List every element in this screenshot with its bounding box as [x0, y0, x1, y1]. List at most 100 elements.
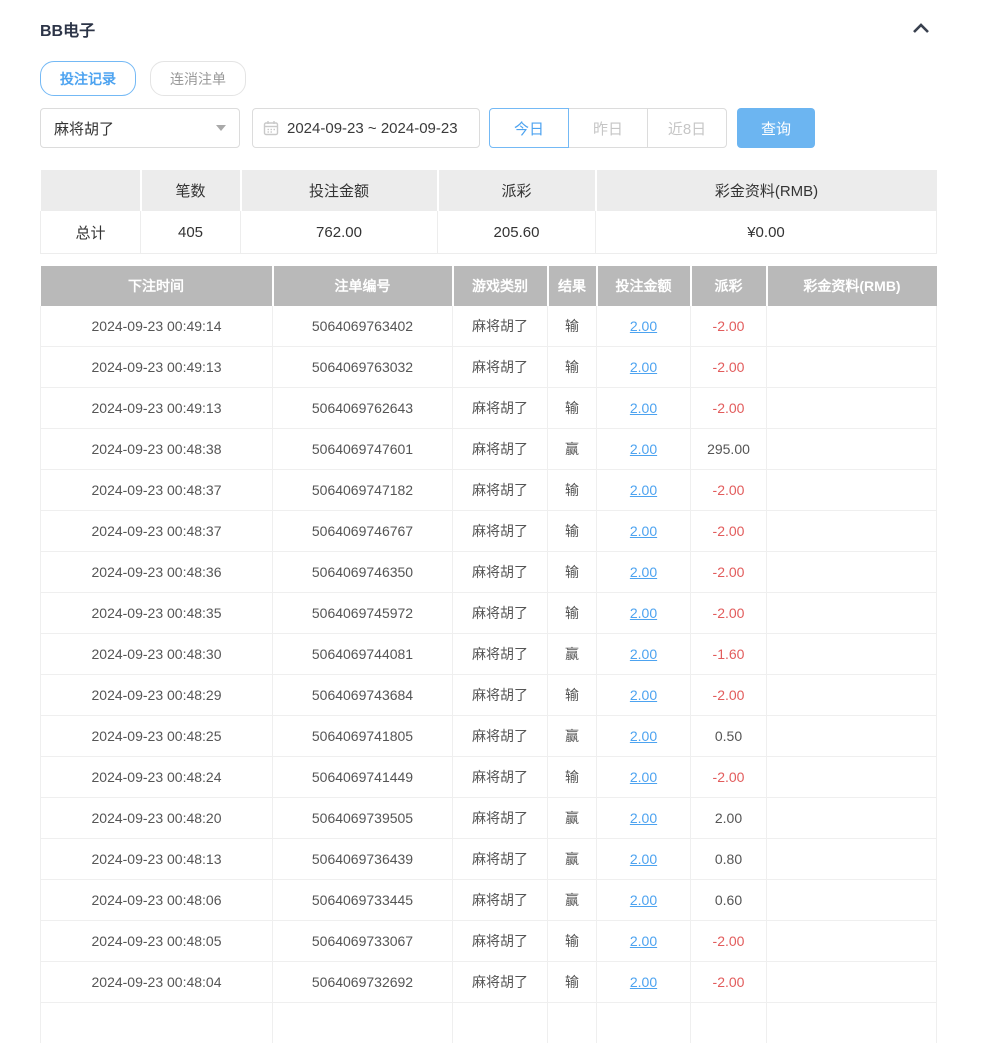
payout-cell: -2.00: [691, 552, 767, 593]
bet-amount-cell: 2.00: [597, 798, 691, 839]
game-category-cell: 麻将胡了: [453, 388, 548, 429]
bet-amount-link[interactable]: 2.00: [630, 400, 657, 416]
bet-amount-link[interactable]: 2.00: [630, 892, 657, 908]
result-cell: 输: [548, 388, 597, 429]
payout-cell: -2.00: [691, 757, 767, 798]
page-title: BB电子: [40, 17, 95, 41]
bonus-cell: [767, 962, 937, 1003]
bet-time-cell: 2024-09-23 00:48:36: [41, 552, 273, 593]
bet-amount-link[interactable]: 2.00: [630, 646, 657, 662]
game-category-cell: 麻将胡了: [453, 593, 548, 634]
table-row: 2024-09-23 00:48:205064069739505麻将胡了赢2.0…: [41, 798, 937, 839]
summary-table: 笔数 投注金额 派彩 彩金资料(RMB) 总计 405 762.00 205.6…: [40, 170, 937, 254]
payout-cell: 295.00: [691, 429, 767, 470]
bet-amount-link[interactable]: 2.00: [630, 687, 657, 703]
payout-cell: -1.60: [691, 634, 767, 675]
bet-amount-link[interactable]: 2.00: [630, 482, 657, 498]
result-cell: 赢: [548, 429, 597, 470]
bet-amount-link[interactable]: 2.00: [630, 318, 657, 334]
bet-time-cell: 2024-09-23 00:48:37: [41, 470, 273, 511]
summary-header-count: 笔数: [141, 170, 241, 211]
order-number-cell: 5064069747182: [273, 470, 453, 511]
result-cell: 输: [548, 470, 597, 511]
payout-cell: -2.00: [691, 511, 767, 552]
table-row: 2024-09-23 00:48:245064069741449麻将胡了输2.0…: [41, 757, 937, 798]
order-number-cell: 5064069732692: [273, 962, 453, 1003]
order-number-cell: 5064069746350: [273, 552, 453, 593]
bet-amount-link[interactable]: 2.00: [630, 769, 657, 785]
bet-amount-link[interactable]: 2.00: [630, 441, 657, 457]
bet-time-cell: 2024-09-23 00:48:04: [41, 962, 273, 1003]
search-button[interactable]: 查询: [737, 108, 815, 148]
header-result: 结果: [548, 266, 597, 306]
tab-cancelled-orders[interactable]: 连消注单: [150, 61, 246, 96]
bet-amount-link[interactable]: 2.00: [630, 851, 657, 867]
collapse-button[interactable]: [906, 20, 936, 39]
bet-time-cell: 2024-09-23 00:49:13: [41, 347, 273, 388]
result-cell: 输: [548, 962, 597, 1003]
summary-total-row: 总计 405 762.00 205.60 ¥0.00: [41, 211, 937, 254]
today-button[interactable]: 今日: [489, 108, 569, 148]
bet-amount-cell: 2.00: [597, 880, 691, 921]
table-row: 2024-09-23 00:48:065064069733445麻将胡了赢2.0…: [41, 880, 937, 921]
bonus-cell: [767, 552, 937, 593]
last-8-days-button[interactable]: 近8日: [647, 108, 727, 148]
summary-header-blank: [41, 170, 141, 211]
bonus-cell: [767, 470, 937, 511]
game-category-cell: 麻将胡了: [453, 552, 548, 593]
bet-amount-cell: 2.00: [597, 388, 691, 429]
result-cell: 输: [548, 593, 597, 634]
bet-table-header-row: 下注时间 注单编号 游戏类别 结果 投注金额 派彩 彩金资料(RMB): [41, 266, 937, 306]
order-number-cell: 5064069747601: [273, 429, 453, 470]
summary-header-row: 笔数 投注金额 派彩 彩金资料(RMB): [41, 170, 937, 211]
bet-amount-link[interactable]: 2.00: [630, 728, 657, 744]
order-number-cell: 5064069733445: [273, 880, 453, 921]
bet-amount-link[interactable]: 2.00: [630, 974, 657, 990]
order-number-cell: 5064069736439: [273, 839, 453, 880]
chevron-down-icon: [216, 125, 226, 131]
summary-total-payout: 205.60: [438, 211, 596, 254]
bet-amount-link[interactable]: 2.00: [630, 523, 657, 539]
date-range-picker[interactable]: 2024-09-23 ~ 2024-09-23: [252, 108, 480, 148]
table-row: 2024-09-23 00:48:375064069747182麻将胡了输2.0…: [41, 470, 937, 511]
order-number-cell: 5064069746767: [273, 511, 453, 552]
bet-time-cell: 2024-09-23 00:48:25: [41, 716, 273, 757]
bet-time-cell: 2024-09-23 00:48:35: [41, 593, 273, 634]
table-row: 2024-09-23 00:48:385064069747601麻将胡了赢2.0…: [41, 429, 937, 470]
payout-cell: -2.00: [691, 675, 767, 716]
tab-bet-records[interactable]: 投注记录: [40, 61, 136, 96]
filter-row: 麻将胡了 2024-09-23 ~ 2024-09-23: [40, 108, 936, 148]
bet-amount-link[interactable]: 2.00: [630, 359, 657, 375]
calendar-icon: [263, 120, 279, 136]
bet-amount-link[interactable]: 2.00: [630, 564, 657, 580]
bonus-cell: [767, 716, 937, 757]
result-cell: 赢: [548, 634, 597, 675]
summary-total-label: 总计: [41, 211, 141, 254]
order-number-cell: 5064069741449: [273, 757, 453, 798]
bet-time-cell: 2024-09-23 00:49:13: [41, 388, 273, 429]
game-category-cell: 麻将胡了: [453, 962, 548, 1003]
bet-amount-link[interactable]: 2.00: [630, 605, 657, 621]
result-cell: 赢: [548, 798, 597, 839]
yesterday-button[interactable]: 昨日: [568, 108, 648, 148]
bet-amount-cell: 2.00: [597, 716, 691, 757]
game-category-cell: 麻将胡了: [453, 839, 548, 880]
bonus-cell: [767, 593, 937, 634]
bonus-cell: [767, 839, 937, 880]
bet-time-cell: 2024-09-23 00:48:24: [41, 757, 273, 798]
order-number-cell: 5064069733067: [273, 921, 453, 962]
header-payout: 派彩: [691, 266, 767, 306]
table-row-partial: [41, 1003, 937, 1043]
summary-header-payout: 派彩: [438, 170, 596, 211]
bet-amount-cell: 2.00: [597, 634, 691, 675]
bet-amount-link[interactable]: 2.00: [630, 933, 657, 949]
result-cell: 输: [548, 511, 597, 552]
payout-cell: 0.60: [691, 880, 767, 921]
bet-amount-link[interactable]: 2.00: [630, 810, 657, 826]
order-number-cell: 5064069744081: [273, 634, 453, 675]
table-row: 2024-09-23 00:48:295064069743684麻将胡了输2.0…: [41, 675, 937, 716]
game-select[interactable]: 麻将胡了: [40, 108, 240, 148]
bet-records-panel: BB电子 投注记录 连消注单 麻将胡了: [0, 0, 1005, 1043]
game-category-cell: 麻将胡了: [453, 880, 548, 921]
bonus-cell: [767, 757, 937, 798]
